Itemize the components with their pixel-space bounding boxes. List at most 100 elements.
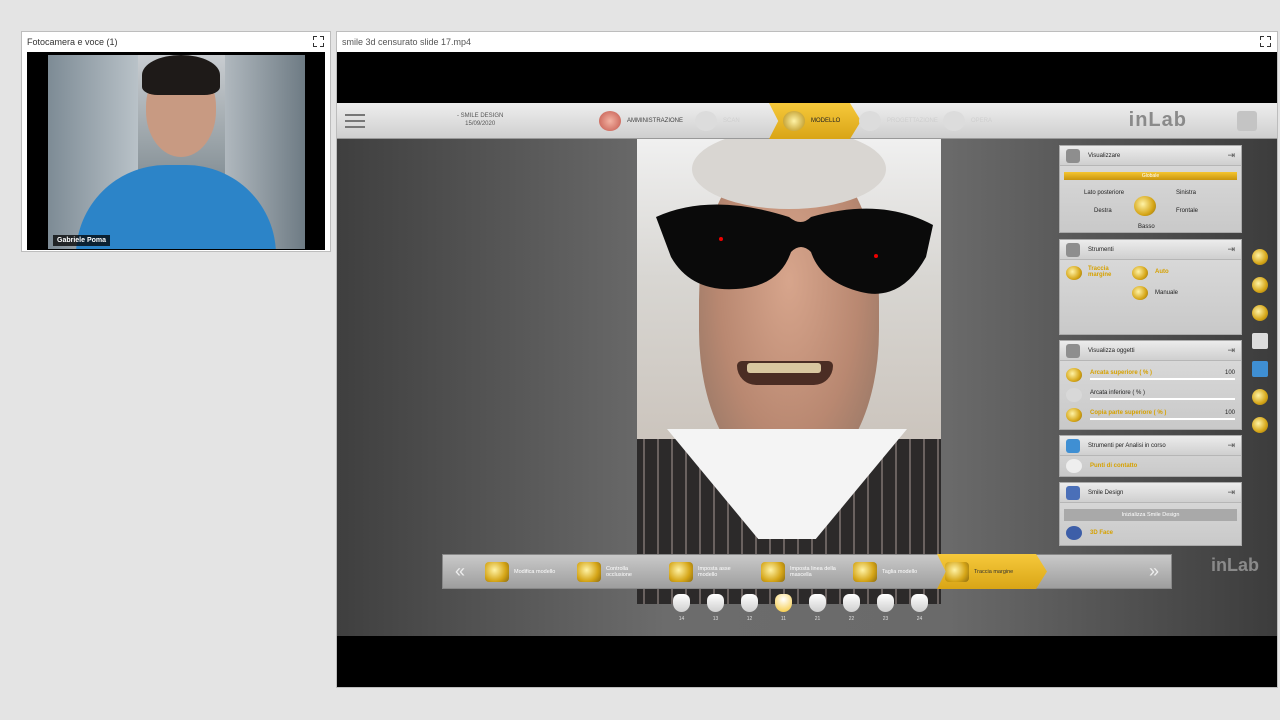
settings-icon[interactable] [1252,389,1268,405]
pin-icon[interactable]: ⇥ [1227,345,1235,356]
cube-icon [1066,148,1080,163]
lower-jaw-icon [1066,388,1082,402]
globe-icon[interactable] [1252,417,1268,433]
inlab-watermark: inLab [1211,555,1259,575]
cut-model-icon [853,561,877,582]
step-manufacture[interactable]: OPERA [943,103,992,139]
view-posterior[interactable]: Lato posteriore [1084,190,1124,196]
analysis-panel-header[interactable]: Strumenti per Analisi in corso ⇥ [1060,436,1241,456]
objects-panel-header[interactable]: Visualizza oggetti ⇥ [1060,341,1241,361]
tooth-12[interactable]: 12 [741,594,758,622]
manual-option[interactable]: Manuale [1155,290,1178,296]
objects-panel: Visualizza oggetti ⇥ Arcata superiore ( … [1059,340,1242,430]
book-icon[interactable] [1252,333,1268,349]
tools-panel-header[interactable]: Strumenti ⇥ [1060,240,1241,260]
model-axis-icon [669,561,693,582]
smile-design-header[interactable]: Smile Design ⇥ [1060,483,1241,503]
case-info: - SMILE DESIGN 15/09/2020 [457,112,503,128]
margin-tool-label: Traccia margine [1088,266,1112,278]
fullscreen-icon[interactable] [1260,36,1271,47]
video-panel: smile 3d censurato slide 17.mp4 - SMILE … [336,31,1278,688]
webcam-video: Gabriele Poma [48,55,305,249]
censor-glasses [656,204,933,294]
teeth-model-icon [599,111,621,131]
tool-check-occlusion[interactable]: Controlla occlusione [569,554,661,589]
contact-points-item[interactable]: Punti di contatto [1060,456,1241,476]
object-row[interactable]: Arcata inferiore ( % ) [1066,385,1235,405]
view-bottom[interactable]: Basso [1138,224,1155,230]
pin-icon[interactable]: ⇥ [1227,440,1235,451]
tooth-icon[interactable] [1252,277,1268,293]
next-arrow-icon[interactable]: » [1137,561,1171,582]
object-row[interactable]: Arcata superiore ( % ) 100 [1066,365,1235,385]
tooth-icon [775,594,792,612]
auto-option[interactable]: Auto [1155,269,1169,275]
manual-option-icon[interactable] [1132,286,1148,300]
modify-model-icon [485,561,509,582]
pin-icon[interactable]: ⇥ [1227,487,1235,498]
opacity-slider[interactable] [1090,398,1235,400]
inlab-app: - SMILE DESIGN 15/09/2020 AMMINISTRAZION… [337,103,1277,636]
presenter-name: Gabriele Poma [53,235,111,246]
presenter-hair [142,55,220,95]
tooth-14[interactable]: 14 [673,594,690,622]
tool-cut-model[interactable]: Taglia modello [845,554,937,589]
opacity-slider[interactable] [1090,378,1235,380]
global-view-button[interactable]: Globale [1064,172,1237,180]
tooth-24[interactable]: 24 [911,594,928,622]
view-panel: Visualizzare ⇥ Globale Lato posteriore S… [1059,145,1242,233]
help-icon[interactable] [1237,111,1257,131]
tool-model-axis[interactable]: Imposta asse modello [661,554,753,589]
view-left[interactable]: Sinistra [1176,190,1196,196]
step-model[interactable]: MODELLO [769,103,861,139]
case-name: - SMILE DESIGN [457,113,504,119]
pin-icon[interactable]: ⇥ [1227,150,1235,161]
video-title: smile 3d censurato slide 17.mp4 [337,32,1277,52]
step-design[interactable]: PROGETTAZIONE [859,103,938,139]
init-smile-design-button[interactable]: Inizializza Smile Design [1064,509,1237,521]
tooth-icon [843,594,860,612]
model-icon [783,111,805,131]
pin-icon[interactable]: ⇥ [1227,244,1235,255]
smile-design-icon [1066,485,1080,500]
upper-copy-icon [1066,408,1082,422]
tooth-22[interactable]: 22 [843,594,860,622]
sphere-icon[interactable] [1252,249,1268,265]
magnet-icon[interactable] [1252,305,1268,321]
3d-face-icon [1066,526,1082,540]
object-row[interactable]: Copia parte superiore ( % ) 100 [1066,405,1235,425]
tooth-icon [741,594,758,612]
scan-icon [695,111,717,131]
auto-option-icon[interactable] [1132,266,1148,280]
step-administration[interactable]: AMMINISTRAZIONE [599,103,683,139]
tool-jaw-line[interactable]: Imposta linea della mascella [753,554,845,589]
occlusion-icon [577,561,601,582]
side-toolbar [1252,249,1272,445]
jaw-line-icon [761,561,785,582]
tool-trace-margin[interactable]: Traccia margine [937,554,1047,589]
manufacture-icon [943,111,965,131]
tooth-icon [877,594,894,612]
3d-face-item[interactable]: 3D Face [1060,523,1241,543]
view-front[interactable]: Frontale [1176,208,1198,214]
tooth-21[interactable]: 21 [809,594,826,622]
view-panel-header[interactable]: Visualizzare ⇥ [1060,146,1241,166]
step-scan[interactable]: SCAN [695,103,740,139]
smile-design-panel: Smile Design ⇥ Inizializza Smile Design … [1059,482,1242,546]
menu-icon[interactable] [345,114,365,128]
tooth-23[interactable]: 23 [877,594,894,622]
previous-arrow-icon[interactable]: « [443,561,477,582]
tooth-11[interactable]: 11 [775,594,792,622]
view-right[interactable]: Destra [1094,208,1112,214]
monitor-icon[interactable] [1252,361,1268,377]
tooth-13[interactable]: 13 [707,594,724,622]
margin-tool-icon[interactable] [1066,266,1082,280]
design-icon [859,111,881,131]
webcam-panel: Fotocamera e voce (1) Gabriele Poma [21,31,331,252]
patient-photo [637,139,941,604]
fullscreen-icon[interactable] [313,36,324,47]
tooth-icon [673,594,690,612]
analysis-icon [1066,438,1080,453]
opacity-slider[interactable] [1090,418,1235,420]
tool-modify-model[interactable]: Modifica modello [477,554,569,589]
